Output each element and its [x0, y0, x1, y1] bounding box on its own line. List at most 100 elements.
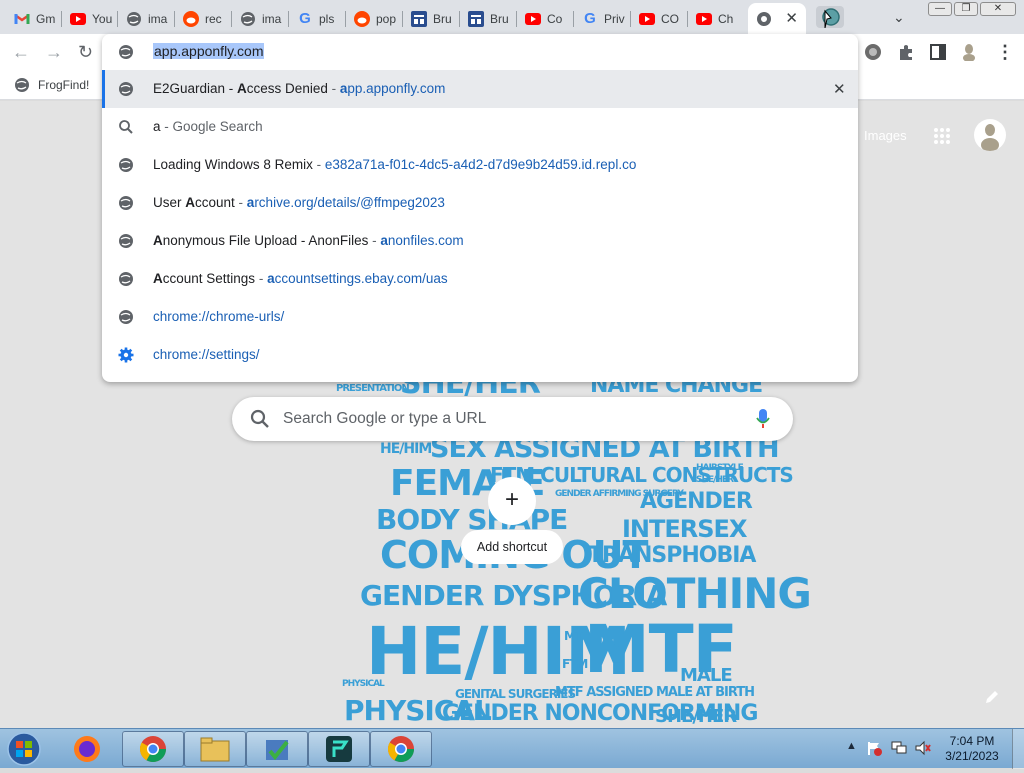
- suggestion-row[interactable]: User Account - archive.org/details/@ffmp…: [102, 184, 858, 222]
- ntp-search-box[interactable]: Search Google or type a URL: [232, 397, 793, 441]
- tab-close-icon[interactable]: ✕: [785, 11, 798, 26]
- apps-grid-icon[interactable]: [933, 127, 951, 145]
- tab-ima[interactable]: ima: [118, 3, 175, 34]
- tab-label: ima: [262, 11, 282, 26]
- pencil-icon[interactable]: [984, 689, 1000, 705]
- tab-youtube-co-2[interactable]: CO: [631, 3, 688, 34]
- bookmark-label: FrogFind!: [38, 78, 90, 92]
- suggestion-row[interactable]: Account Settings - accountsettings.ebay.…: [102, 260, 858, 298]
- gear-icon: [118, 347, 134, 363]
- suggestion-row[interactable]: chrome://chrome-urls/: [102, 298, 858, 336]
- menu-kebab-icon[interactable]: ⋮: [996, 42, 1014, 63]
- search-icon: [250, 409, 269, 428]
- tab-ima-2[interactable]: ima: [232, 3, 289, 34]
- add-shortcut-tile[interactable]: + Add shortcut: [461, 477, 563, 565]
- filmora-icon: [326, 736, 352, 762]
- tab-label: Priv: [604, 11, 625, 26]
- tab-google-pls[interactable]: G pls: [289, 3, 346, 34]
- chrome-taskbar-button-2[interactable]: [370, 731, 432, 767]
- wordcloud-word: GENDER AFFIRMING SURGERY: [555, 489, 684, 499]
- youtube-icon: [70, 11, 86, 27]
- forward-icon[interactable]: →: [45, 42, 63, 63]
- tab-label: rec: [205, 11, 222, 26]
- tab-youtube[interactable]: You: [62, 3, 118, 34]
- bookmark-frogfind[interactable]: FrogFind!: [14, 77, 89, 93]
- new-tab-globe-icon: [822, 8, 840, 29]
- installer-taskbar-button[interactable]: [246, 731, 308, 767]
- chrome-icon: [387, 736, 415, 763]
- start-button[interactable]: [4, 730, 44, 768]
- images-link[interactable]: Images: [864, 128, 907, 143]
- show-desktop-button[interactable]: [1012, 729, 1024, 769]
- suggestion-text: E2Guardian - Access Denied - app.apponfl…: [153, 81, 446, 96]
- firefox-taskbar-button[interactable]: [70, 733, 104, 770]
- suggestion-text: chrome://settings/: [153, 347, 260, 362]
- tray-expand-icon[interactable]: ▲: [846, 740, 857, 752]
- suggestion-row[interactable]: Anonymous File Upload - AnonFiles - anon…: [102, 222, 858, 260]
- action-center-flag-icon[interactable]: [866, 740, 882, 756]
- firefox-icon: [74, 736, 100, 762]
- puzzle-extensions-icon[interactable]: [897, 43, 915, 61]
- globe-icon: [119, 45, 133, 59]
- wordcloud-word: TRANSPHOBIA: [588, 543, 756, 568]
- reddit-icon: [354, 10, 370, 27]
- clock-date: 3/21/2023: [945, 749, 999, 763]
- profile-avatar-icon[interactable]: [960, 43, 978, 61]
- new-tab-button[interactable]: [816, 6, 844, 29]
- wordcloud-word: MTF ASSIGNED MALE AT BIRTH: [555, 685, 755, 700]
- restore-button[interactable]: ❐: [954, 2, 978, 16]
- suggestion-row[interactable]: Loading Windows 8 Remix - e382a71a-f01c-…: [102, 146, 858, 184]
- profile-avatar-icon: [981, 124, 999, 151]
- explorer-taskbar-button[interactable]: [184, 731, 246, 767]
- windows-taskbar: ▲ 7:04 PM 3/21/2023: [0, 728, 1024, 770]
- tab-google-priv[interactable]: G Priv: [574, 3, 631, 34]
- wordcloud-word: PRESENTATION: [336, 383, 410, 394]
- add-shortcut-label: Add shortcut: [461, 530, 563, 564]
- suggestion-row[interactable]: chrome://settings/: [102, 336, 858, 374]
- reddit-icon: [183, 10, 199, 27]
- network-icon[interactable]: [890, 740, 908, 756]
- address-bar-text[interactable]: app.apponfly.com: [153, 43, 265, 59]
- reload-icon[interactable]: ↻: [78, 42, 93, 63]
- tab-label: You: [92, 11, 113, 26]
- tab-strip: Gm You ima rec ima G pls pop Bru Bru Co …: [0, 0, 1024, 34]
- back-icon[interactable]: ←: [12, 42, 30, 63]
- volume-muted-icon[interactable]: [914, 740, 932, 756]
- suggestion-text: chrome://chrome-urls/: [153, 309, 285, 324]
- chrome-taskbar-button[interactable]: [122, 731, 184, 767]
- filmora-taskbar-button[interactable]: [308, 731, 370, 767]
- minimize-button[interactable]: —: [928, 2, 952, 16]
- globe-icon: [119, 310, 133, 324]
- tab-search-icon[interactable]: ⌄: [893, 9, 905, 26]
- tab-label: ima: [148, 11, 168, 26]
- installer-icon: [266, 740, 289, 761]
- gmail-icon: [14, 11, 30, 27]
- tab-gmail[interactable]: Gm: [6, 3, 62, 34]
- remove-suggestion-icon[interactable]: ✕: [833, 80, 846, 98]
- tab-youtube-ch[interactable]: Ch: [688, 3, 745, 34]
- tab-active-new-tab[interactable]: ✕: [748, 3, 806, 34]
- wordcloud-word: MTF: [564, 629, 590, 643]
- youtube-icon: [639, 11, 655, 27]
- folder-icon: [200, 737, 230, 762]
- close-window-button[interactable]: ✕: [980, 2, 1016, 16]
- microphone-icon[interactable]: [756, 408, 770, 430]
- suggestion-row[interactable]: a - Google Search: [102, 108, 858, 146]
- ntp-avatar[interactable]: [974, 119, 1006, 151]
- tab-label: Gm: [36, 11, 56, 26]
- wordcloud-word: FTM: [562, 657, 588, 671]
- tab-bru[interactable]: Bru: [403, 3, 460, 34]
- tab-label: CO: [661, 11, 679, 26]
- tab-reddit-2[interactable]: pop: [346, 3, 403, 34]
- extension-profile-icon[interactable]: [864, 43, 882, 61]
- tab-reddit[interactable]: rec: [175, 3, 232, 34]
- tab-label: Bru: [490, 11, 509, 26]
- suggestion-row[interactable]: E2Guardian - Access Denied - app.apponfl…: [102, 70, 858, 108]
- clock[interactable]: 7:04 PM 3/21/2023: [940, 734, 1004, 764]
- chrome-icon: [756, 11, 772, 27]
- tab-youtube-co[interactable]: Co: [517, 3, 574, 34]
- tab-bru-2[interactable]: Bru: [460, 3, 517, 34]
- side-panel-icon[interactable]: [929, 43, 947, 61]
- globe-icon: [15, 78, 29, 92]
- address-bar[interactable]: app.apponfly.com: [102, 34, 858, 70]
